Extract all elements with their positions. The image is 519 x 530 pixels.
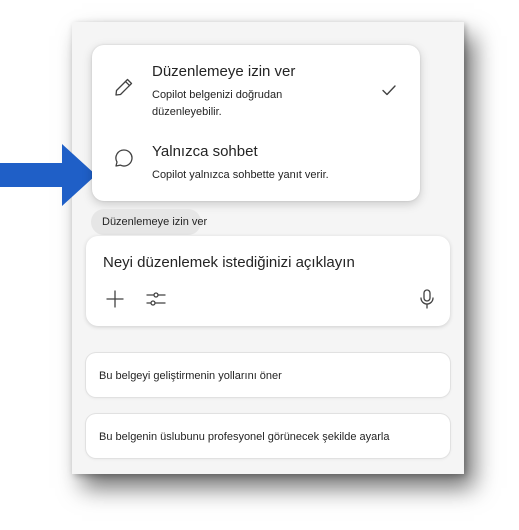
checkmark-icon xyxy=(380,81,398,99)
mode-option-allow-edit[interactable]: Düzenlemeye izin ver Copilot belgenizi d… xyxy=(92,61,420,127)
mode-chip-label: Düzenlemeye izin ver xyxy=(102,216,208,228)
sliders-icon[interactable] xyxy=(145,288,167,310)
pointer-arrow-icon xyxy=(0,144,96,206)
suggestion-label: Bu belgenin üslubunu profesyonel görünec… xyxy=(99,431,390,443)
chat-bubble-icon xyxy=(112,146,136,170)
mode-option-title: Yalnızca sohbet xyxy=(152,143,258,160)
prompt-input[interactable] xyxy=(103,254,433,271)
prompt-composer xyxy=(86,236,450,326)
plus-icon[interactable] xyxy=(104,288,126,310)
pencil-icon xyxy=(112,75,136,99)
mode-menu: Düzenlemeye izin ver Copilot belgenizi d… xyxy=(92,45,420,201)
mode-option-description: Copilot belgenizi doğrudan düzenleyebili… xyxy=(152,89,283,118)
microphone-icon[interactable] xyxy=(416,288,438,310)
suggestion-label: Bu belgeyi geliştirmenin yollarını öner xyxy=(99,370,282,382)
mode-selector-chip[interactable]: Düzenlemeye izin ver xyxy=(91,209,207,235)
mode-option-title: Düzenlemeye izin ver xyxy=(152,63,296,80)
suggestion-card[interactable]: Bu belgenin üslubunu profesyonel görünec… xyxy=(86,414,450,458)
mode-option-description: Copilot yalnızca sohbette yanıt verir. xyxy=(152,169,329,181)
mode-option-chat-only[interactable]: Yalnızca sohbet Copilot yalnızca sohbett… xyxy=(92,141,420,191)
suggestion-card[interactable]: Bu belgeyi geliştirmenin yollarını öner xyxy=(86,353,450,397)
